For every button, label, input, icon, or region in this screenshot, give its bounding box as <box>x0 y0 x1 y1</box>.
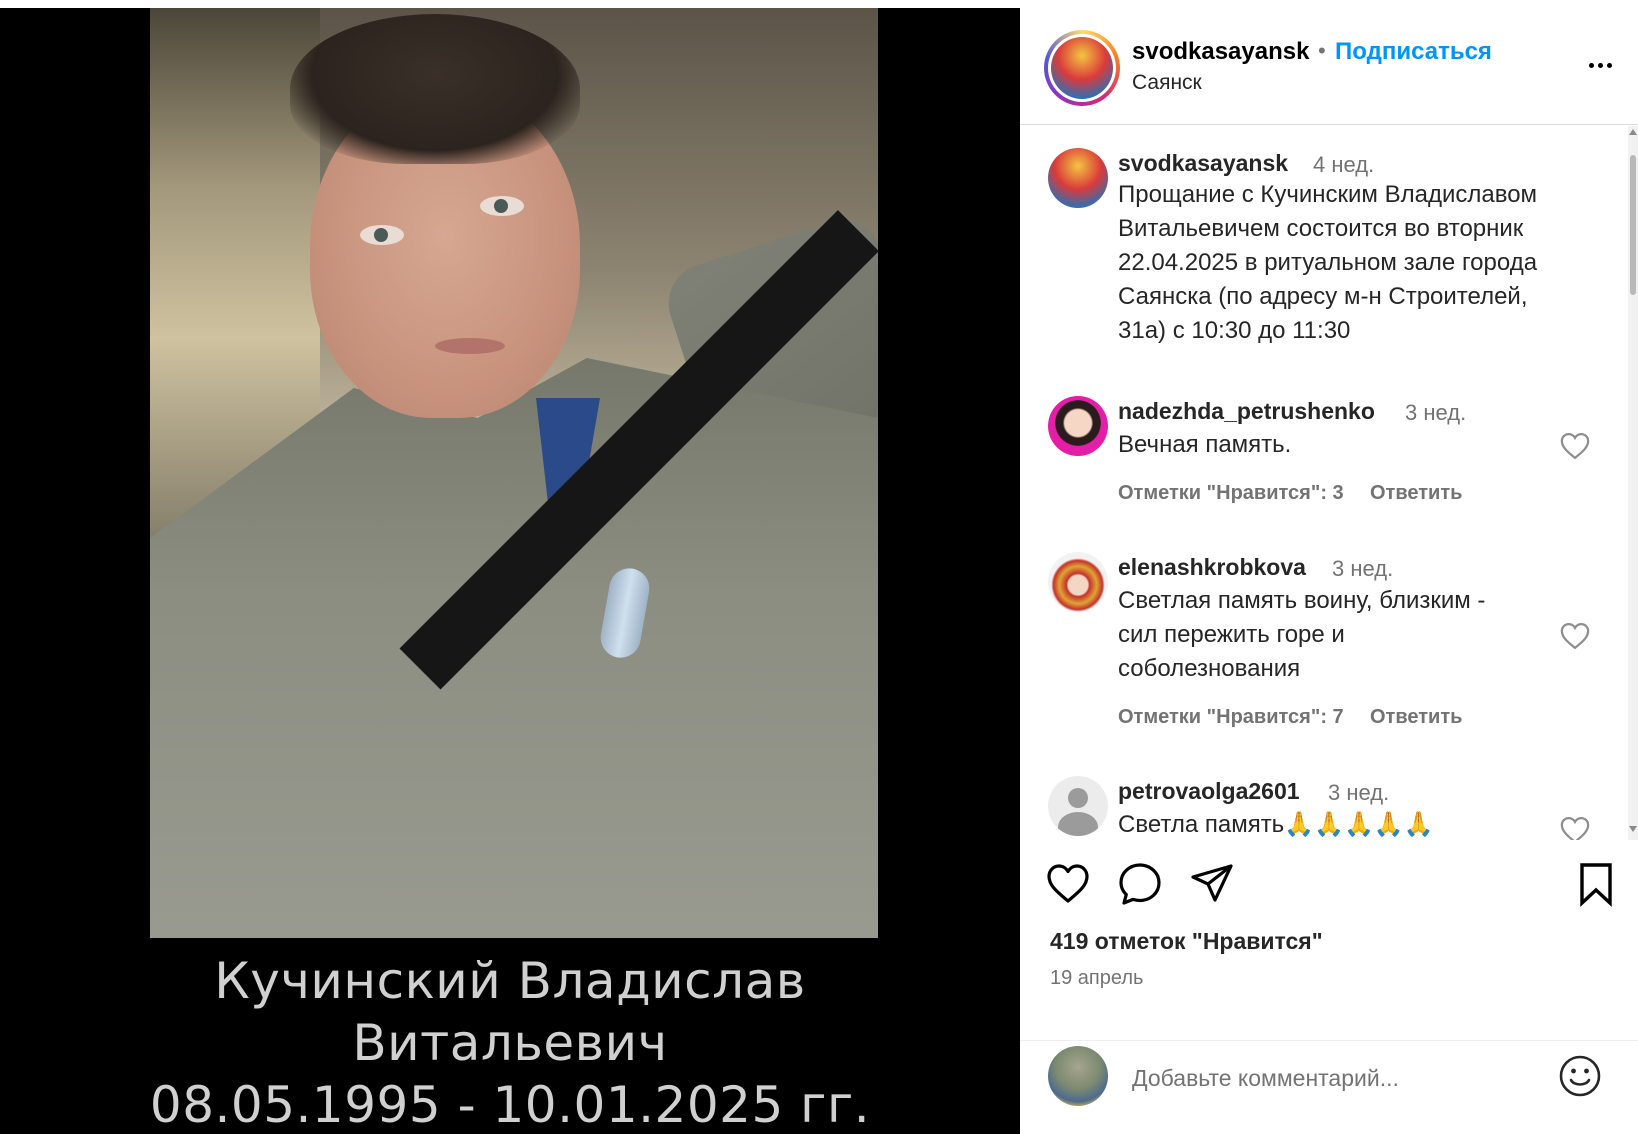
commenter-avatar[interactable] <box>1048 396 1108 456</box>
post-date[interactable]: 19 апрель <box>1050 967 1143 990</box>
post-side-panel: svodkasayansk • Подписаться Саянск svodk… <box>1020 0 1638 1134</box>
separator-dot: • <box>1318 38 1326 63</box>
caption-author-avatar[interactable] <box>1048 148 1108 208</box>
post-actions <box>1020 860 1638 920</box>
comment-heart-icon[interactable] <box>1560 432 1590 460</box>
comment-text: Светла память🙏🙏🙏🙏🙏 <box>1118 811 1434 838</box>
reply-button[interactable]: Ответить <box>1370 482 1462 505</box>
more-options-icon[interactable] <box>1580 50 1620 80</box>
comment-text: Вечная память. <box>1118 431 1292 458</box>
post-photo <box>150 8 878 938</box>
scroll-down-arrow-icon[interactable] <box>1629 826 1637 832</box>
comment-likes-count[interactable]: Отметки "Нравится": 3 <box>1118 482 1344 505</box>
photo-caption-name: Кучинский Владислав <box>214 952 806 1010</box>
author-avatar[interactable] <box>1044 30 1120 106</box>
bookmark-icon[interactable] <box>1572 860 1620 908</box>
current-user-avatar <box>1048 1046 1108 1106</box>
photo-caption-dates: 08.05.1995 - 10.01.2025 гг. <box>149 1076 871 1134</box>
heart-icon[interactable] <box>1044 860 1092 908</box>
caption-username[interactable]: svodkasayansk <box>1118 150 1288 177</box>
comment-time: 3 нед. <box>1328 780 1390 805</box>
comment-heart-icon[interactable] <box>1560 622 1590 650</box>
emoji-icon[interactable] <box>1558 1054 1602 1098</box>
comment-username[interactable]: elenashkrobkova <box>1118 554 1306 581</box>
scroll-up-arrow-icon[interactable] <box>1629 129 1637 135</box>
comment-time: 3 нед. <box>1405 400 1467 425</box>
paper-plane-icon[interactable] <box>1188 860 1236 908</box>
post-media[interactable]: Кучинский Владислав Витальевич 08.05.199… <box>0 0 1020 1134</box>
caption-text: Прощание с Кучинским Владиславом Виталье… <box>1118 181 1538 344</box>
commenter-avatar[interactable] <box>1048 776 1108 836</box>
author-username[interactable]: svodkasayansk <box>1132 38 1309 66</box>
location-link[interactable]: Саянск <box>1132 71 1202 95</box>
reply-button[interactable]: Ответить <box>1370 706 1462 729</box>
caption-time: 4 нед. <box>1313 152 1375 177</box>
comment-heart-icon[interactable] <box>1560 816 1590 840</box>
media-top-edge <box>0 0 1020 8</box>
comment-input[interactable] <box>1132 1058 1522 1098</box>
scrollbar-thumb[interactable] <box>1630 155 1636 295</box>
likes-count[interactable]: 419 отметок "Нравится" <box>1050 928 1323 955</box>
comment-bubble-icon[interactable] <box>1116 860 1164 908</box>
comment-time: 3 нед. <box>1332 556 1394 581</box>
comment-text: Светлая память воину, близким - сил пере… <box>1118 587 1486 682</box>
comment-username[interactable]: nadezhda_petrushenko <box>1118 398 1375 425</box>
comment-likes-count[interactable]: Отметки "Нравится": 7 <box>1118 706 1344 729</box>
commenter-avatar[interactable] <box>1048 552 1108 612</box>
comment-username[interactable]: petrovaolga2601 <box>1118 778 1300 805</box>
photo-caption-patronymic: Витальевич <box>352 1014 668 1072</box>
comments-list[interactable]: svodkasayansk 4 нед. Прощание с Кучински… <box>1020 126 1638 840</box>
follow-button[interactable]: Подписаться <box>1335 38 1492 66</box>
post-header: svodkasayansk • Подписаться Саянск <box>1020 0 1638 125</box>
